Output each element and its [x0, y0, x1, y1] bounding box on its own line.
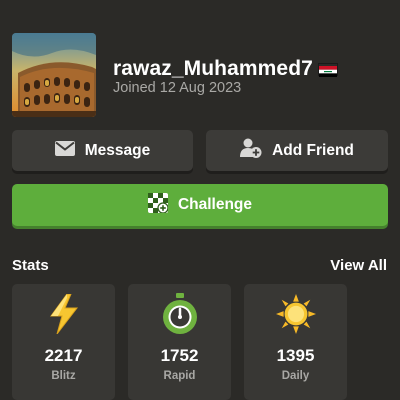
- colosseum-avatar-image: [12, 33, 96, 117]
- stat-card-rapid[interactable]: 1752 Rapid: [128, 284, 231, 400]
- username-row: rawaz_Muhammed7: [113, 57, 338, 81]
- stat-label: Blitz: [51, 370, 76, 382]
- challenge-button[interactable]: Challenge: [12, 184, 388, 226]
- add-friend-button[interactable]: Add Friend: [206, 130, 388, 171]
- challenge-label: Challenge: [177, 196, 253, 213]
- lightning-icon: [44, 293, 84, 335]
- stat-card-daily[interactable]: 1395 Daily: [244, 284, 347, 400]
- stat-value: 1395: [276, 346, 315, 365]
- envelope-icon: [54, 140, 75, 161]
- stat-card-blitz[interactable]: 2217 Blitz: [12, 284, 115, 400]
- stopwatch-icon: [160, 293, 200, 335]
- add-person-icon: [240, 138, 262, 163]
- add-friend-label: Add Friend: [272, 141, 354, 159]
- message-button[interactable]: Message: [12, 130, 193, 171]
- username: rawaz_Muhammed7: [113, 57, 313, 80]
- sun-icon: [275, 293, 316, 335]
- stat-label: Daily: [281, 370, 310, 382]
- chessboard-icon: [147, 192, 169, 218]
- iraq-flag-icon: [317, 62, 338, 77]
- stat-value: 1752: [160, 346, 199, 365]
- stat-value: 2217: [44, 346, 83, 365]
- stats-title: Stats: [12, 257, 49, 274]
- joined-date: Joined 12 Aug 2023: [113, 80, 242, 96]
- stat-label: Rapid: [163, 370, 196, 382]
- view-all-link[interactable]: View All: [330, 257, 387, 274]
- avatar[interactable]: [12, 33, 96, 117]
- message-label: Message: [84, 141, 151, 159]
